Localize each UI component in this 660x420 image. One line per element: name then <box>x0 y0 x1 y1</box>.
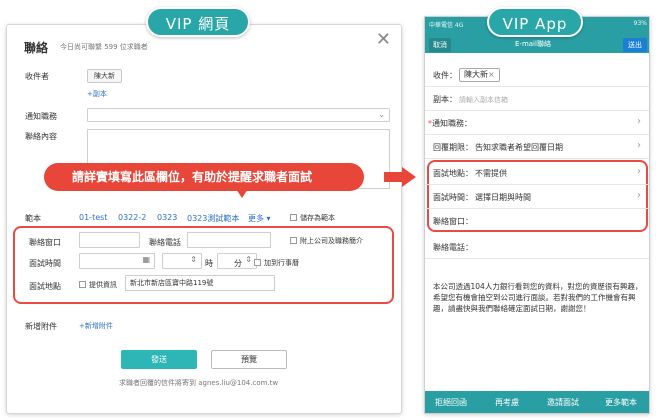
hint-callout: 請詳實填寫此區欄位，有助於提醒求職者面試 <box>44 163 364 191</box>
spinner-icon: ⇕ <box>245 255 252 264</box>
contact-phone-label: 聯絡電話： <box>433 243 473 252</box>
comparison-stage: 聯絡 今日尚可聯繫 599 位求職者 ✕ 收件者 陳大新 +副本 通知職務 ⌄ … <box>0 0 660 420</box>
chevron-right-icon: › <box>637 116 641 127</box>
callout-right-arrow-shaft <box>384 172 402 182</box>
chevron-right-icon: › <box>637 190 641 201</box>
contact-window-label: 聯絡窗口： <box>433 217 473 226</box>
attach-intro-checkbox[interactable] <box>290 237 297 244</box>
screen-title: E-mail聯絡 <box>515 40 551 48</box>
send-button[interactable]: 送出 <box>623 38 647 52</box>
battery-status: 93% <box>633 20 647 27</box>
template-tab-bar: 拒絕回函 再考慮 邀請面試 更多範本 <box>425 391 649 413</box>
template-link[interactable]: 0323 <box>157 213 177 222</box>
interview-time-label: 面試時間 <box>29 259 61 268</box>
daily-quota-text: 今日尚可聯繫 599 位求職者 <box>60 43 148 51</box>
callout-right-arrow-icon <box>402 167 416 187</box>
cc-row[interactable]: 副本： 請輸入副本信箱 <box>425 87 649 111</box>
attachments-label: 新增附件 <box>25 322 57 331</box>
app-contact-screen: 中華電信 4G 93% 取消 E-mail聯絡 送出 收件： 陳大新× 副本： … <box>424 16 650 414</box>
chevron-down-icon: ⌄ <box>378 110 385 119</box>
notify-job-row[interactable]: *通知職務： › <box>425 111 649 135</box>
template-link[interactable]: 0323測試範本 <box>187 213 239 224</box>
reply-deadline-value: 告知求職者希望回覆日期 <box>475 143 563 152</box>
interview-place-label: 面試地點： <box>433 169 473 178</box>
web-badge: VIP 網頁 <box>146 7 250 37</box>
app-badge: VIP App <box>487 7 583 37</box>
provide-info-label: 提供資訊 <box>89 281 117 289</box>
reply-email-note: 求職者回覆的信件將寄到 agnes.liu@104.com.tw <box>119 379 279 387</box>
cancel-button[interactable]: 取消 <box>429 38 451 52</box>
interview-place-value: 不需提供 <box>475 169 507 178</box>
interview-date-input[interactable]: ▦ <box>79 253 155 269</box>
recipient-name: 陳大新 <box>464 70 488 79</box>
save-template-checkbox[interactable] <box>290 214 297 221</box>
template-label: 範本 <box>25 214 41 223</box>
hour-label: 時 <box>205 259 213 268</box>
recipient-label: 收件者 <box>25 72 49 81</box>
contact-window-label: 聯絡窗口 <box>29 238 61 247</box>
add-calendar-label: 加到行事曆 <box>264 259 299 267</box>
contact-phone-input[interactable] <box>187 232 271 248</box>
reply-deadline-row[interactable]: 回覆期限： 告知求職者希望回覆日期 › <box>425 135 649 159</box>
tab-reconsider[interactable]: 再考慮 <box>495 397 519 408</box>
add-calendar-checkbox[interactable] <box>254 259 261 266</box>
provide-info-checkbox[interactable] <box>79 281 86 288</box>
add-cc-link[interactable]: +副本 <box>87 89 107 99</box>
attach-intro-label: 附上公司及職務簡介 <box>300 237 363 245</box>
web-contact-dialog: 聯絡 今日尚可聯繫 599 位求職者 ✕ 收件者 陳大新 +副本 通知職務 ⌄ … <box>6 24 402 414</box>
tab-more-templates[interactable]: 更多範本 <box>605 397 637 408</box>
contact-window-row[interactable]: 聯絡窗口： <box>425 209 649 233</box>
dialog-title: 聯絡 <box>24 41 49 55</box>
interview-place-label: 面試地點 <box>29 282 61 291</box>
chevron-right-icon: › <box>637 166 641 177</box>
contact-phone-row[interactable]: 聯絡電話： <box>425 235 649 259</box>
close-icon[interactable]: × <box>488 70 495 79</box>
content-label: 聯絡內容 <box>25 132 57 141</box>
interview-time-row[interactable]: 面試時間： 選擇日期與時間 › <box>425 185 649 209</box>
more-templates-dropdown[interactable]: 更多 ▾ <box>248 213 271 224</box>
template-link[interactable]: 01-test <box>79 213 107 222</box>
recipient-chip[interactable]: 陳大新 <box>87 69 122 83</box>
preview-button[interactable]: 預覽 <box>211 350 287 369</box>
message-body[interactable]: 本公司透過104人力銀行看到您的資料，對您的資歷很有興趣，希望您有機會抽空到公司… <box>433 281 645 314</box>
callout-down-arrow <box>236 189 248 198</box>
cc-placeholder: 請輸入副本信箱 <box>459 96 508 104</box>
recipient-chip[interactable]: 陳大新× <box>459 68 500 82</box>
interview-time-label: 面試時間： <box>433 193 473 202</box>
interview-time-value: 選擇日期與時間 <box>475 193 531 202</box>
hour-select[interactable]: ⇕ <box>162 253 202 269</box>
notify-job-label: 通知職務 <box>25 112 57 121</box>
add-attachment-link[interactable]: +新增附件 <box>79 321 113 331</box>
template-link[interactable]: 0322-2 <box>118 213 146 222</box>
more-label: 更多 <box>248 214 264 223</box>
cc-label: 副本： <box>433 95 457 104</box>
interview-place-row[interactable]: 面試地點： 不需提供 › <box>425 161 649 185</box>
reply-deadline-label: 回覆期限： <box>433 143 473 152</box>
address-input[interactable]: 新北市新店區寶中路119號 <box>125 275 275 291</box>
contact-phone-label: 聯絡電話 <box>149 238 181 247</box>
minute-label: 分 <box>234 259 242 268</box>
tab-invite[interactable]: 邀請面試 <box>547 397 579 408</box>
chevron-right-icon: › <box>637 140 641 151</box>
carrier-status: 中華電信 4G <box>429 22 464 29</box>
calendar-icon: ▦ <box>142 255 150 264</box>
tab-reject[interactable]: 拒絕回函 <box>435 397 467 408</box>
recipient-row: 收件： 陳大新× <box>425 63 649 87</box>
save-template-label: 儲存為範本 <box>300 214 335 222</box>
contact-window-input[interactable] <box>79 232 140 248</box>
chevron-down-icon: ▾ <box>266 214 271 223</box>
recipient-label: 收件： <box>433 71 457 80</box>
send-button[interactable]: 發送 <box>121 350 197 369</box>
notify-job-select[interactable]: ⌄ <box>87 108 390 122</box>
spinner-icon: ⇕ <box>190 255 197 264</box>
notify-job-label: 通知職務： <box>432 119 472 128</box>
close-icon[interactable]: ✕ <box>376 29 391 50</box>
